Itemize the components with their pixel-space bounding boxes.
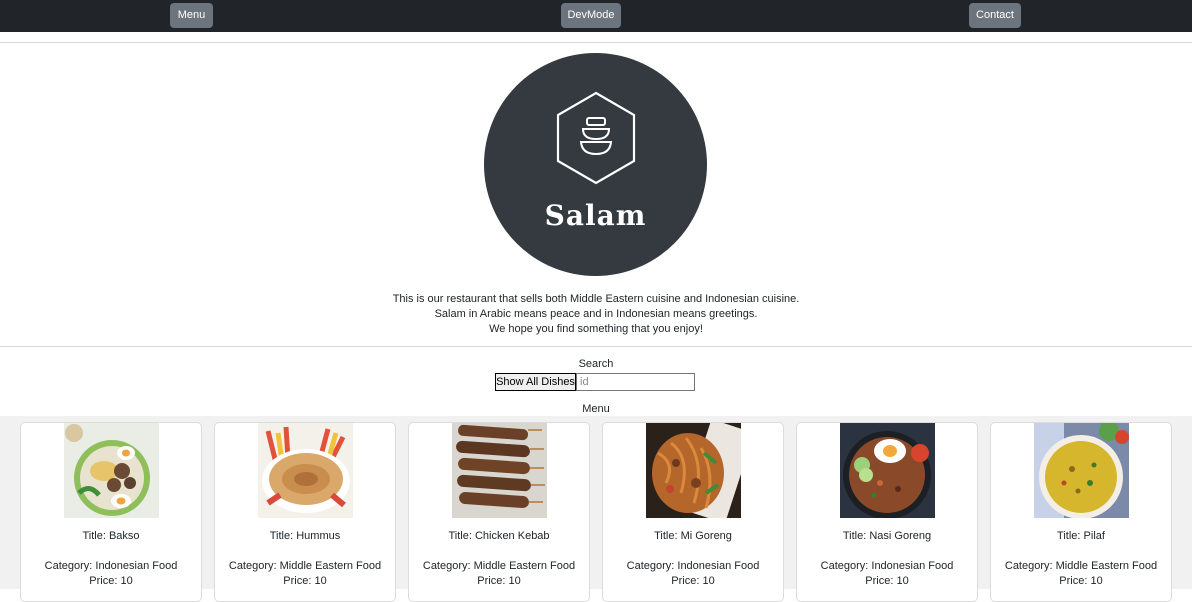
dish-image	[646, 423, 741, 518]
show-all-dishes-button[interactable]: Show All Dishes	[495, 373, 576, 391]
dish-card[interactable]: Title: Nasi Goreng Category: Indonesian …	[796, 422, 978, 602]
dish-card[interactable]: Title: Chicken Kebab Category: Middle Ea…	[408, 422, 590, 602]
dish-card[interactable]: Title: Bakso Category: Indonesian Food P…	[20, 422, 202, 602]
dish-card[interactable]: Title: Hummus Category: Middle Eastern F…	[214, 422, 396, 602]
top-navbar: Menu DevMode Contact	[0, 0, 1192, 32]
search-label: Search	[578, 358, 614, 370]
restaurant-logo: Salam	[484, 53, 707, 276]
dish-title: Title: Hummus	[269, 530, 341, 542]
dish-image	[452, 423, 547, 518]
dish-image	[1034, 423, 1129, 518]
dish-title: Title: Chicken Kebab	[448, 530, 550, 542]
dish-category: Category: Middle Eastern Food	[228, 560, 382, 572]
search-id-input[interactable]	[576, 373, 695, 391]
dish-price: Price: 10	[477, 575, 521, 587]
dish-title: Title: Nasi Goreng	[842, 530, 932, 542]
menu-nav-button[interactable]: Menu	[170, 3, 213, 28]
intro-line: We hope you find something that you enjo…	[489, 323, 703, 335]
dish-price: Price: 10	[1059, 575, 1103, 587]
stacked-bowls-hexagon-icon	[556, 91, 636, 185]
intro-line: This is our restaurant that sells both M…	[392, 293, 800, 305]
dish-price: Price: 10	[865, 575, 909, 587]
divider	[0, 42, 1192, 43]
dish-category: Category: Indonesian Food	[820, 560, 954, 572]
dish-title: Title: Mi Goreng	[654, 530, 732, 542]
dish-price: Price: 10	[283, 575, 327, 587]
dish-card[interactable]: Title: Pilaf Category: Middle Eastern Fo…	[990, 422, 1172, 602]
dish-title: Title: Pilaf	[1057, 530, 1105, 542]
dish-price: Price: 10	[89, 575, 133, 587]
intro-text: This is our restaurant that sells both M…	[0, 292, 1192, 337]
dish-card[interactable]: Title: Mi Goreng Category: Indonesian Fo…	[602, 422, 784, 602]
intro-line: Salam in Arabic means peace and in Indon…	[434, 308, 758, 320]
dish-image	[258, 423, 353, 518]
devmode-nav-button[interactable]: DevMode	[561, 3, 621, 28]
menu-section-label: Menu	[582, 403, 610, 415]
dish-price: Price: 10	[671, 575, 715, 587]
logo-text: Salam	[544, 199, 647, 232]
dish-image	[840, 423, 935, 518]
dish-title: Title: Bakso	[82, 530, 140, 542]
dish-category: Category: Indonesian Food	[626, 560, 760, 572]
divider	[0, 346, 1192, 347]
dish-category: Category: Middle Eastern Food	[1004, 560, 1158, 572]
dish-category: Category: Middle Eastern Food	[422, 560, 576, 572]
dish-category: Category: Indonesian Food	[44, 560, 178, 572]
dish-image	[64, 423, 159, 518]
contact-nav-button[interactable]: Contact	[969, 3, 1021, 28]
